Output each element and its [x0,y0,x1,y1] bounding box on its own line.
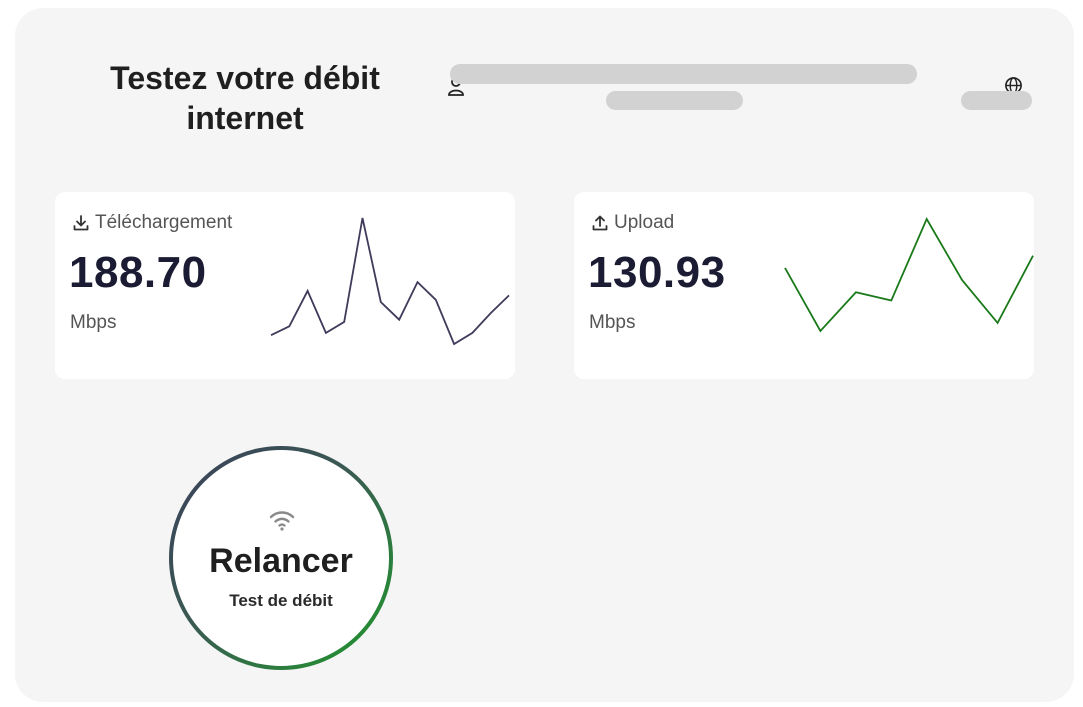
upload-card: Upload 130.93 Mbps [574,192,1034,379]
relaunch-button-face[interactable]: Relancer Test de débit [173,450,389,666]
upload-sparkline [784,217,1034,333]
page-title: Testez votre débit internet [110,60,380,136]
relaunch-test-button[interactable]: Relancer Test de débit [169,446,393,670]
relaunch-label: Relancer [209,542,353,580]
download-card: Téléchargement 188.70 Mbps [55,192,515,379]
speed-test-panel: Testez votre débit internet Téléchargeme… [15,8,1074,702]
sparkline-path [784,217,1034,333]
sparkline-path [270,217,510,346]
relaunch-sublabel: Test de débit [229,591,333,610]
redacted-user-info-line2 [606,91,743,110]
download-sparkline [270,217,510,346]
redacted-user-info [450,64,917,84]
wifi-icon [269,511,295,531]
redacted-region-info [961,91,1032,110]
